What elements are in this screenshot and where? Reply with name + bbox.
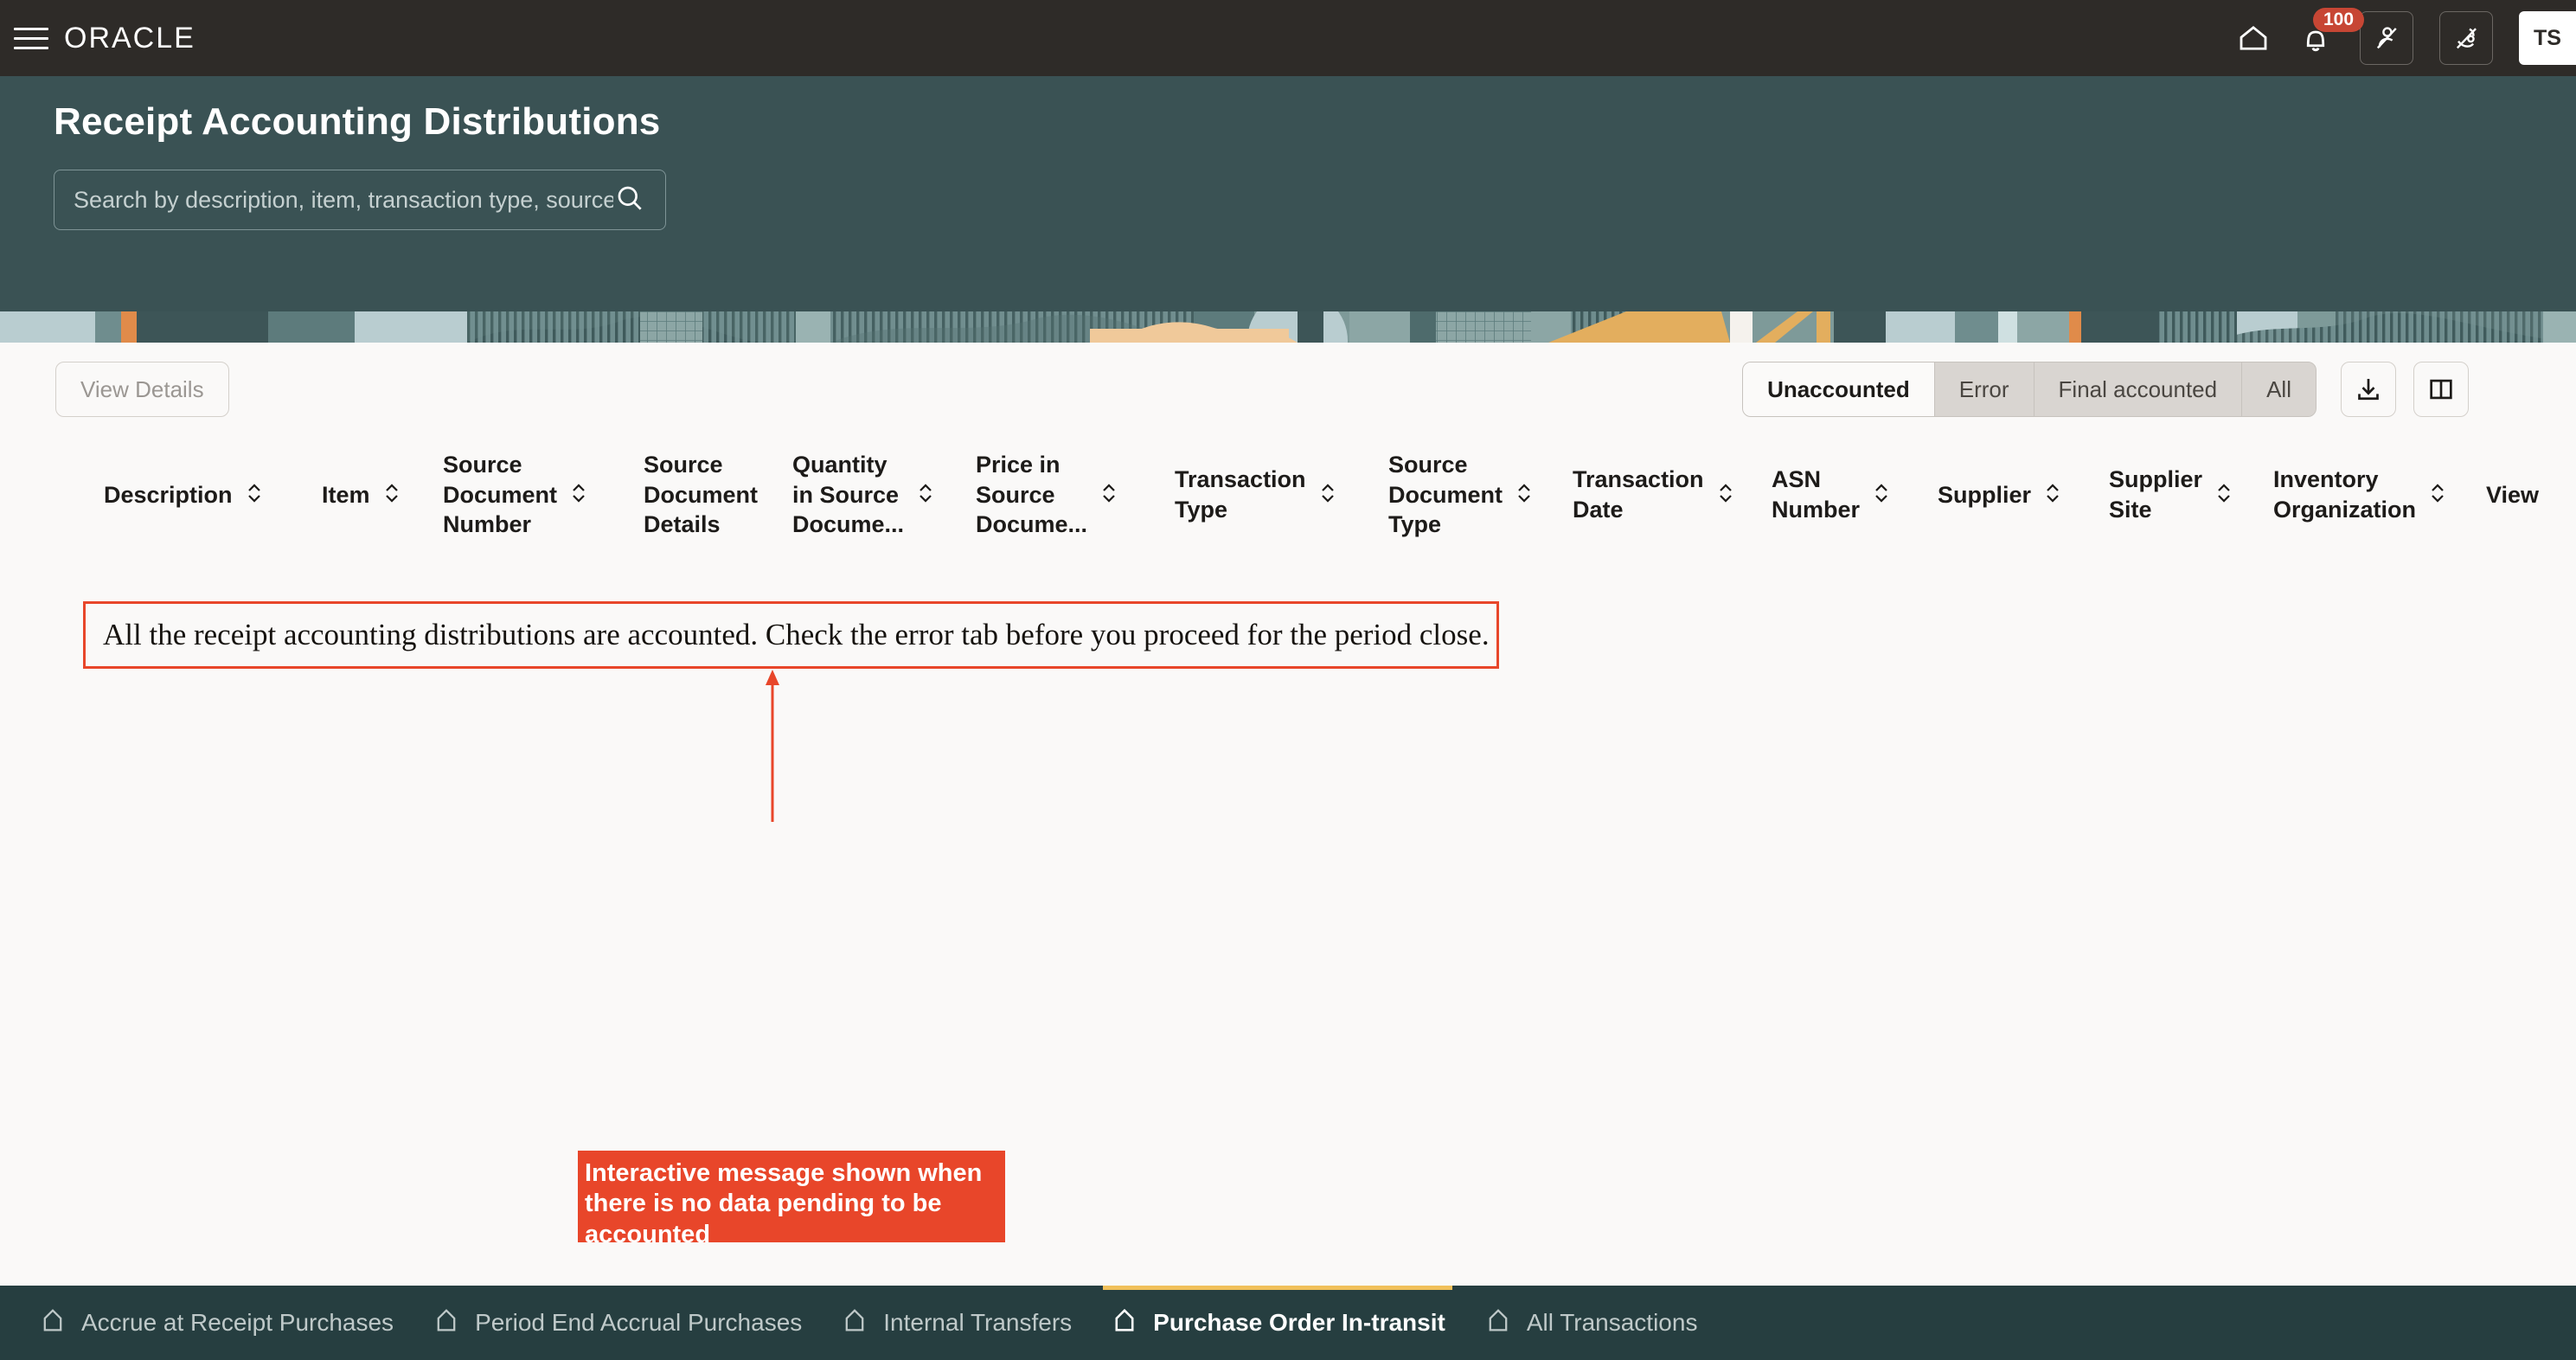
pentagon-icon	[38, 1305, 67, 1341]
sort-chevron-icon[interactable]	[2214, 480, 2233, 510]
bottom-nav-label: Purchase Order In-transit	[1153, 1309, 1445, 1336]
column-header-label: Supplier	[1938, 481, 2032, 508]
column-header-asn-number[interactable]: ASN Number	[1772, 443, 1891, 547]
bottom-nav-label: All Transactions	[1526, 1309, 1698, 1336]
download-icon[interactable]	[2341, 362, 2396, 417]
column-header-label: Transaction Type	[1175, 466, 1306, 523]
column-header-label: Description	[104, 481, 233, 508]
decorative-pattern-band	[0, 311, 2576, 343]
top-bar-actions: 100 TS	[2235, 0, 2576, 76]
main-content: View Details Unaccounted Error Final acc…	[0, 343, 2576, 1286]
bottom-nav-item-internal-transfers[interactable]: Internal Transfers	[821, 1286, 1091, 1360]
tab-error[interactable]: Error	[1934, 362, 2035, 416]
column-header-label: Supplier Site	[2109, 466, 2203, 523]
home-icon[interactable]	[2235, 20, 2272, 56]
bottom-nav-label: Accrue at Receipt Purchases	[81, 1309, 394, 1336]
tab-all[interactable]: All	[2242, 362, 2316, 416]
bottom-nav-label: Period End Accrual Purchases	[475, 1309, 803, 1336]
sort-chevron-icon[interactable]	[916, 480, 935, 510]
column-header-supplier-site[interactable]: Supplier Site	[2109, 443, 2233, 547]
column-header-source-document-details[interactable]: Source Document Details	[644, 443, 758, 547]
column-header-source-document-type[interactable]: Source Document Type	[1388, 443, 1534, 547]
column-header-label: Source Document Number	[443, 452, 558, 538]
column-header-item[interactable]: Item	[322, 443, 401, 547]
tab-unaccounted[interactable]: Unaccounted	[1743, 362, 1935, 416]
notification-count-badge: 100	[2313, 8, 2365, 32]
bottom-nav-item-accrue-at-receipt-purchases[interactable]: Accrue at Receipt Purchases	[19, 1286, 413, 1360]
pentagon-icon	[1110, 1305, 1139, 1341]
application-root: ORACLE 100 TS Receipt Accounting Distrib…	[0, 0, 2576, 1360]
person-slash-icon[interactable]	[2360, 11, 2413, 65]
search-bar[interactable]	[54, 170, 666, 230]
annotation-callout: Interactive message shown when there is …	[578, 1151, 1005, 1248]
annotation-arrow	[766, 670, 779, 822]
page-title: Receipt Accounting Distributions	[54, 100, 661, 143]
bottom-nav-item-purchase-order-in-transit[interactable]: Purchase Order In-transit	[1091, 1286, 1464, 1360]
column-header-transaction-type[interactable]: Transaction Type	[1175, 443, 1337, 547]
pentagon-icon	[1483, 1305, 1513, 1341]
oracle-logo: ORACLE	[64, 21, 195, 55]
column-header-label: View	[2486, 481, 2540, 508]
columns-layout-icon[interactable]	[2413, 362, 2469, 417]
sort-chevron-icon[interactable]	[2043, 480, 2062, 510]
column-header-quantity-in-source-document[interactable]: Quantity in Source Docume...	[792, 443, 935, 547]
global-top-bar: ORACLE 100 TS	[0, 0, 2576, 76]
bottom-nav-item-period-end-accrual-purchases[interactable]: Period End Accrual Purchases	[413, 1286, 821, 1360]
column-header-label: Source Document Type	[1388, 452, 1503, 538]
column-header-description[interactable]: Description	[104, 443, 264, 547]
tab-final-accounted[interactable]: Final accounted	[2034, 362, 2243, 416]
sort-chevron-icon[interactable]	[569, 480, 588, 510]
status-tab-group: Unaccounted Error Final accounted All	[1742, 362, 2316, 417]
sort-chevron-icon[interactable]	[1515, 480, 1534, 510]
bottom-navigation-bar: Accrue at Receipt Purchases Period End A…	[0, 1286, 2576, 1360]
table-toolbar: View Details Unaccounted Error Final acc…	[0, 362, 2576, 419]
hamburger-menu-icon[interactable]	[14, 25, 48, 51]
pentagon-icon	[840, 1305, 869, 1341]
view-details-button[interactable]: View Details	[55, 362, 229, 417]
search-input[interactable]	[74, 186, 613, 214]
column-header-label: Inventory Organization	[2273, 466, 2417, 523]
table-header-row: Description Item Source Document Number	[0, 443, 2576, 547]
sort-chevron-icon[interactable]	[1716, 480, 1735, 510]
column-header-label: Quantity in Source Docume...	[792, 452, 905, 538]
phone-slash-icon[interactable]	[2439, 11, 2493, 65]
bottom-nav-item-all-transactions[interactable]: All Transactions	[1464, 1286, 1717, 1360]
column-header-label: ASN Number	[1772, 466, 1861, 523]
sort-chevron-icon[interactable]	[2428, 480, 2447, 510]
page-header: Receipt Accounting Distributions Transac…	[0, 76, 2576, 362]
column-header-label: Price in Source Docume...	[976, 452, 1088, 538]
column-header-price-in-source-document[interactable]: Price in Source Docume...	[976, 443, 1118, 547]
sort-chevron-icon[interactable]	[1099, 480, 1118, 510]
sort-chevron-icon[interactable]	[1318, 480, 1337, 510]
column-header-label: Source Document Details	[644, 452, 759, 538]
pentagon-icon	[432, 1305, 461, 1341]
column-header-label: Transaction Date	[1573, 466, 1704, 523]
sort-chevron-icon[interactable]	[245, 480, 264, 510]
column-header-source-document-number[interactable]: Source Document Number	[443, 443, 588, 547]
column-header-supplier[interactable]: Supplier	[1938, 443, 2062, 547]
column-header-transaction-date[interactable]: Transaction Date	[1573, 443, 1735, 547]
column-header-label: Item	[322, 481, 370, 508]
column-header-inventory-organization[interactable]: Inventory Organization	[2273, 443, 2447, 547]
search-icon[interactable]	[613, 182, 646, 219]
user-avatar[interactable]: TS	[2519, 11, 2576, 65]
bottom-nav-label: Internal Transfers	[883, 1309, 1073, 1336]
sort-chevron-icon[interactable]	[1872, 480, 1891, 510]
empty-state-message: All the receipt accounting distributions…	[83, 601, 1499, 669]
sort-chevron-icon[interactable]	[382, 480, 401, 510]
empty-state-message-text: All the receipt accounting distributions…	[103, 618, 1490, 651]
notifications-button[interactable]: 100	[2297, 8, 2365, 56]
column-header-view[interactable]: View	[2486, 443, 2539, 547]
